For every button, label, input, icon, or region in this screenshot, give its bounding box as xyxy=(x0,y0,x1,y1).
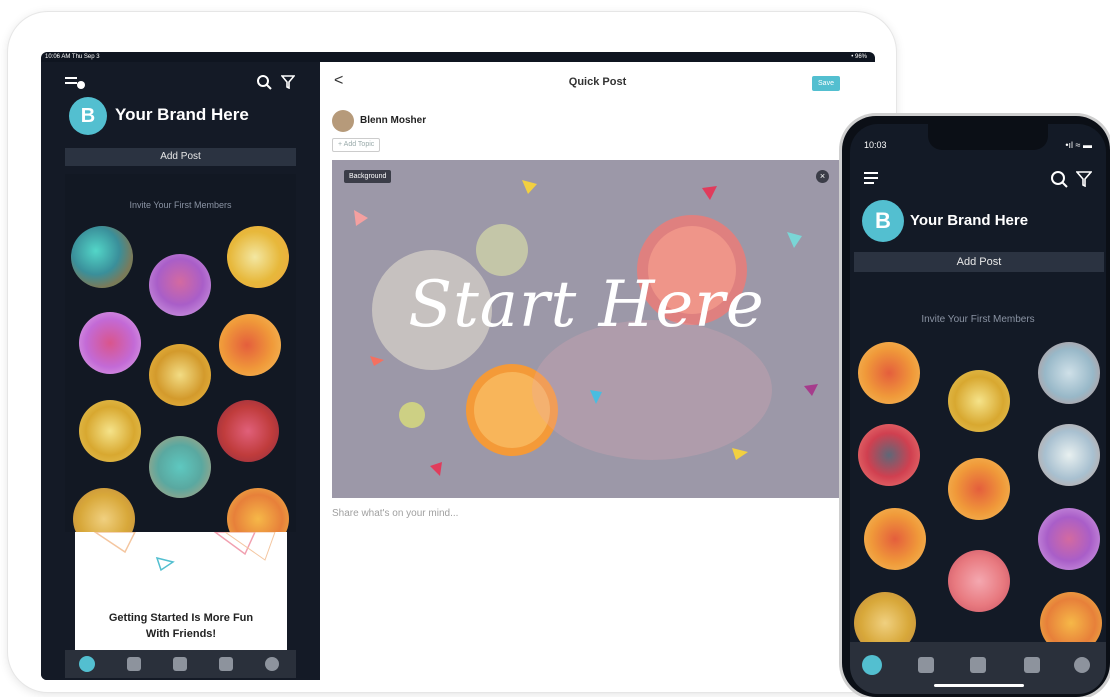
phone-device: 10:03 •ıl ≈ ▬ B Your Brand Here Add Post… xyxy=(842,116,1110,697)
invite-heading: Invite Your First Members xyxy=(129,200,232,210)
menu-icon[interactable] xyxy=(864,172,878,184)
profile-icon[interactable] xyxy=(265,657,279,671)
search-icon[interactable] xyxy=(1050,170,1068,188)
add-post-button[interactable]: Add Post xyxy=(854,252,1104,272)
member-avatar[interactable] xyxy=(864,508,926,570)
member-avatar[interactable] xyxy=(1038,508,1100,570)
brand-logo: B xyxy=(69,97,107,135)
quick-post-pane: < Quick Post Save Blenn Mosher + Add Top… xyxy=(320,62,875,680)
notification-icon[interactable] xyxy=(1024,657,1040,673)
home-indicator xyxy=(934,684,1024,687)
status-time: 10:03 xyxy=(864,140,887,150)
member-avatar[interactable] xyxy=(858,424,920,486)
avatar xyxy=(332,110,354,132)
member-avatar[interactable] xyxy=(217,400,279,462)
status-signal: •ıl ≈ ▬ xyxy=(1065,140,1092,150)
invite-heading: Invite Your First Members xyxy=(921,314,1035,325)
tab-bar xyxy=(65,650,296,678)
member-avatar[interactable] xyxy=(79,400,141,462)
page-title: Quick Post xyxy=(568,76,627,88)
brand-name: Your Brand Here xyxy=(115,105,249,124)
tablet-screen: 10:06 AM Thu Sep 3 • 96% B Your Brand He… xyxy=(41,52,875,680)
member-avatar[interactable] xyxy=(858,342,920,404)
phone-screen: 10:03 •ıl ≈ ▬ B Your Brand Here Add Post… xyxy=(850,124,1106,694)
member-avatar[interactable] xyxy=(948,550,1010,612)
invite-members-panel: Invite Your First Members xyxy=(65,174,296,532)
member-avatar[interactable] xyxy=(227,226,289,288)
post-text-input[interactable]: Share what's on your mind... xyxy=(332,508,458,519)
chat-icon[interactable] xyxy=(127,657,141,671)
tablet-device: 10:06 AM Thu Sep 3 • 96% B Your Brand He… xyxy=(8,12,896,692)
menu-icon[interactable] xyxy=(65,76,85,90)
home-icon[interactable] xyxy=(79,656,95,672)
notification-icon[interactable] xyxy=(219,657,233,671)
image-text: Start Here xyxy=(408,268,765,342)
search-icon[interactable] xyxy=(256,74,272,90)
sidebar-toolbar xyxy=(65,74,320,94)
member-avatar[interactable] xyxy=(71,226,133,288)
member-avatar[interactable] xyxy=(1038,342,1100,404)
member-avatar[interactable] xyxy=(948,458,1010,520)
status-bar: 10:06 AM Thu Sep 3 • 96% xyxy=(41,52,875,62)
member-avatar[interactable] xyxy=(948,370,1010,432)
brand-logo: B xyxy=(862,200,904,242)
phone-notch xyxy=(928,124,1048,150)
confetti-decoration xyxy=(93,532,276,572)
add-topic-button[interactable]: + Add Topic xyxy=(332,138,381,152)
add-icon[interactable] xyxy=(173,657,187,671)
member-avatar[interactable] xyxy=(149,254,211,316)
post-background-image: Background × Start Here xyxy=(332,160,841,498)
background-button[interactable]: Background xyxy=(344,170,392,183)
member-avatar[interactable] xyxy=(1038,424,1100,486)
status-battery: • 96% xyxy=(851,54,867,60)
chat-icon[interactable] xyxy=(918,657,934,673)
card-text-line1: Getting Started Is More Fun xyxy=(108,612,254,624)
member-avatar[interactable] xyxy=(219,314,281,376)
filter-icon[interactable] xyxy=(281,75,295,89)
profile-icon[interactable] xyxy=(1074,657,1090,673)
close-icon[interactable]: × xyxy=(816,170,829,183)
home-icon[interactable] xyxy=(862,655,882,675)
member-avatar[interactable] xyxy=(149,344,211,406)
save-button[interactable]: Save xyxy=(812,76,840,91)
brand-row: B Your Brand Here xyxy=(69,97,309,135)
card-text-line2: With Friends! xyxy=(145,628,217,640)
member-avatar[interactable] xyxy=(149,436,211,498)
add-post-button[interactable]: Add Post xyxy=(65,148,296,166)
add-icon[interactable] xyxy=(970,657,986,673)
brand-name: Your Brand Here xyxy=(910,212,1029,229)
sidebar: B Your Brand Here Add Post Invite Your F… xyxy=(41,62,320,680)
member-avatar[interactable] xyxy=(73,488,135,532)
author-name[interactable]: Blenn Mosher xyxy=(360,115,426,126)
filter-icon[interactable] xyxy=(1076,171,1092,187)
status-time: 10:06 AM Thu Sep 3 xyxy=(45,54,100,60)
member-avatar[interactable] xyxy=(79,312,141,374)
card-text: Getting Started Is More Fun With Friends… xyxy=(75,610,287,642)
member-avatar[interactable] xyxy=(227,488,289,532)
getting-started-card[interactable]: Getting Started Is More Fun With Friends… xyxy=(75,532,287,650)
